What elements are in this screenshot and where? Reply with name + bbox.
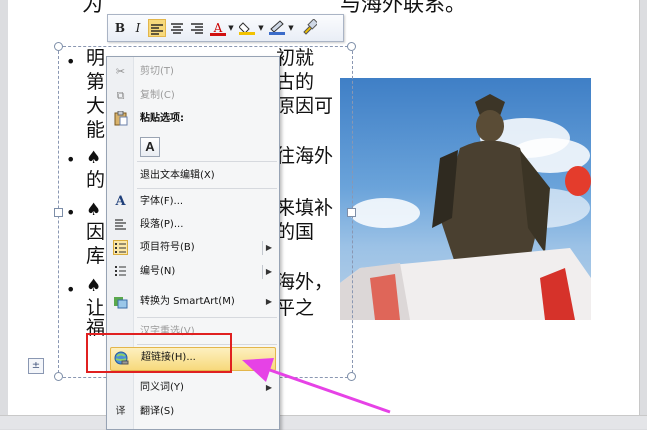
- statue-photo[interactable]: [340, 78, 591, 320]
- align-right-icon: [191, 23, 203, 34]
- menu-item-copy[interactable]: ⧉ 复制(C): [107, 85, 279, 107]
- resize-handle-mr[interactable]: [347, 208, 356, 217]
- text-line-5-right: 往海外: [276, 145, 334, 167]
- format-painter-icon: [303, 18, 319, 35]
- italic-button[interactable]: I: [130, 19, 146, 37]
- spade-3: ♠: [86, 200, 102, 220]
- bullet-4: •: [66, 280, 76, 299]
- bullet-2: •: [66, 150, 76, 169]
- menu-section-paste-options: 粘贴选项:: [107, 108, 279, 130]
- mini-toolbar: B I A ▼ ▼ ▼: [107, 14, 344, 42]
- bullets-icon: [113, 240, 128, 255]
- text-line-3-right: 原因可: [276, 95, 334, 117]
- annotation-arrow: [242, 358, 391, 414]
- line-color-button[interactable]: [268, 19, 286, 37]
- text-line-9-right: 海外，: [276, 271, 334, 293]
- text-line-3-left: 大: [86, 95, 106, 117]
- translate-icon: 译: [115, 406, 126, 417]
- submenu-arrow-icon: ▶: [265, 297, 272, 306]
- resize-handle-bl[interactable]: [54, 372, 63, 381]
- resize-handle-ml[interactable]: [54, 208, 63, 217]
- spade-4: ♠: [86, 276, 102, 296]
- menu-item-cut[interactable]: ✂ 剪切(T): [107, 61, 279, 83]
- align-left-icon: [151, 24, 163, 35]
- text-line-7-left: 因: [86, 221, 106, 243]
- smartart-icon: [113, 294, 128, 309]
- text-line-1-right: 初就: [276, 47, 315, 69]
- clipboard-icon: [113, 110, 128, 126]
- paragraph-icon: [113, 217, 128, 232]
- submenu-arrow-icon: ▶: [265, 267, 272, 276]
- paste-keep-text-only-button[interactable]: A: [140, 137, 160, 157]
- resize-handle-tl[interactable]: [54, 42, 63, 51]
- fill-color-button[interactable]: [238, 19, 256, 37]
- font-color-button[interactable]: A: [210, 19, 226, 36]
- align-center-icon: [171, 23, 183, 34]
- menu-separator: [137, 161, 277, 162]
- bullet-1: •: [66, 52, 76, 71]
- align-center-button[interactable]: [168, 19, 186, 37]
- submenu-divider: [262, 241, 263, 255]
- paint-bucket-icon: [238, 22, 255, 35]
- text-line-6-right: 来填补: [276, 197, 334, 219]
- font-color-dropdown-icon[interactable]: ▼: [227, 19, 235, 37]
- resize-handle-tr[interactable]: [347, 42, 356, 51]
- line-color-dropdown-icon[interactable]: ▼: [287, 19, 295, 37]
- menu-item-paragraph[interactable]: 段落(P)...: [107, 214, 279, 236]
- font-icon: A: [115, 194, 126, 209]
- menu-item-numbering[interactable]: 编号(N) ▶: [107, 261, 279, 283]
- text-line-5-left: 的: [86, 169, 106, 191]
- pen-line-icon: [269, 20, 285, 35]
- copy-icon: ⧉: [116, 89, 125, 102]
- menu-item-bullets[interactable]: 项目符号(B) ▶: [107, 237, 279, 259]
- scissors-icon: ✂: [115, 65, 126, 78]
- numbering-icon: [113, 264, 128, 279]
- autofit-options-icon[interactable]: ±: [28, 358, 44, 374]
- submenu-divider: [262, 265, 263, 279]
- annotation-highlight-box: [86, 333, 232, 373]
- fill-color-dropdown-icon[interactable]: ▼: [257, 19, 265, 37]
- text-line-2-right: 古的: [276, 71, 315, 93]
- menu-separator: [137, 317, 277, 318]
- text-line-7-right: 的国: [276, 221, 315, 243]
- text-line-8-left: 库: [86, 245, 106, 267]
- menu-item-exit-text-edit[interactable]: 退出文本编辑(X): [107, 165, 279, 187]
- slide-title-left: 为: [82, 0, 103, 16]
- bold-button[interactable]: B: [112, 19, 128, 37]
- spade-2: ♠: [86, 148, 102, 168]
- text-line-4-left: 能: [86, 119, 106, 141]
- menu-separator: [137, 188, 277, 189]
- text-line-10-right: 平之: [276, 297, 315, 319]
- statue-figure: [340, 94, 591, 320]
- submenu-arrow-icon: ▶: [265, 243, 272, 252]
- slide-title-right: 与海外联系。: [340, 0, 466, 16]
- align-right-button[interactable]: [188, 19, 206, 37]
- format-painter-button[interactable]: [300, 18, 319, 37]
- menu-item-convert-smartart[interactable]: 转换为 SmartArt(M) ▶: [107, 291, 279, 313]
- align-left-button[interactable]: [148, 19, 166, 37]
- text-line-1-left: 明: [86, 47, 106, 69]
- bullet-3: •: [66, 203, 76, 222]
- text-line-2-left: 第: [86, 71, 106, 93]
- menu-item-font[interactable]: A 字体(F)...: [107, 191, 279, 213]
